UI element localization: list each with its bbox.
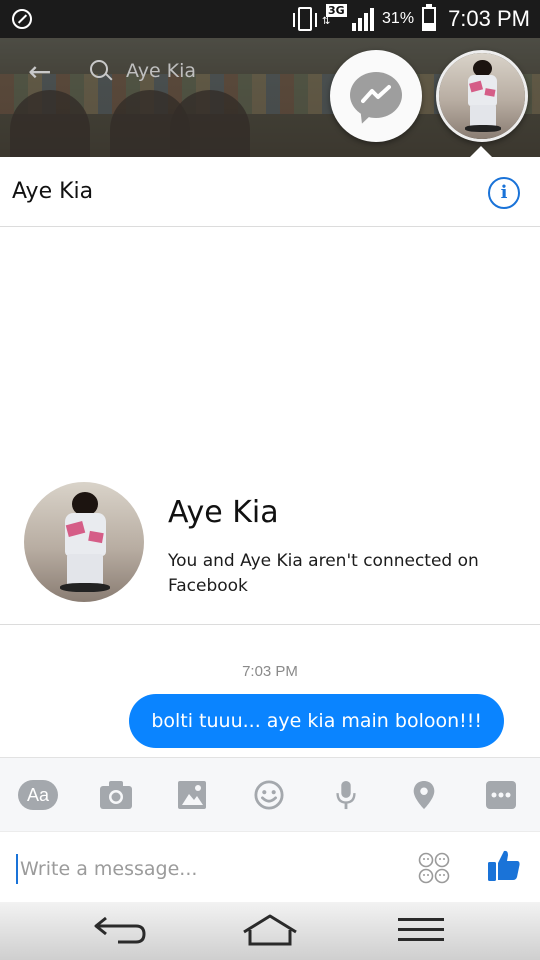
signal-icon xyxy=(352,7,375,31)
system-nav-bar xyxy=(0,902,540,960)
like-icon[interactable] xyxy=(487,848,521,882)
emoji-icon[interactable] xyxy=(253,780,285,810)
vibrate-icon xyxy=(293,7,318,31)
battery-icon xyxy=(422,4,437,31)
connection-status: You and Aye Kia aren't connected on Face… xyxy=(168,551,479,596)
conversation-title: Aye Kia xyxy=(12,179,94,204)
background-search-text: Aye Kia xyxy=(126,60,197,82)
sticker-icon[interactable] xyxy=(418,852,450,884)
search-icon xyxy=(90,60,108,78)
menu-nav-icon[interactable] xyxy=(396,912,446,948)
info-icon[interactable]: i xyxy=(488,177,520,209)
microphone-icon[interactable] xyxy=(335,780,357,810)
profile-chat-head[interactable] xyxy=(436,50,528,142)
profile-name: Aye Kia xyxy=(168,495,279,530)
sent-message-bubble[interactable]: bolti tuuu... aye kia main boloon!!! xyxy=(129,694,504,748)
composer-toolbar: Aa xyxy=(0,757,540,831)
location-icon[interactable] xyxy=(412,780,436,810)
message-composer xyxy=(0,831,540,902)
battery-percent: 31% xyxy=(382,10,415,27)
circle-slash-icon xyxy=(12,9,32,29)
back-arrow-icon: ← xyxy=(28,55,52,88)
camera-icon[interactable] xyxy=(99,780,133,810)
3g-data-icon: 3G ⇅ xyxy=(322,4,347,27)
status-time: 7:03 PM xyxy=(448,6,530,31)
profile-photo xyxy=(24,482,144,602)
messenger-chat-head[interactable] xyxy=(330,50,422,142)
gallery-icon[interactable] xyxy=(177,780,207,810)
profile-block: Aye Kia You and Aye Kia aren't connected… xyxy=(0,477,540,625)
status-bar: 3G ⇅ 31% 7:03 PM xyxy=(0,0,540,38)
back-nav-icon[interactable] xyxy=(92,912,146,948)
text-format-icon[interactable]: Aa xyxy=(18,780,58,810)
message-timestamp: 7:03 PM xyxy=(242,663,298,680)
conversation-panel: Aye Kia i Aye Kia You and Aye Kia aren't… xyxy=(0,157,540,902)
more-icon[interactable] xyxy=(485,780,517,810)
message-input[interactable] xyxy=(16,854,396,884)
profile-photo xyxy=(439,53,525,139)
conversation-header: Aye Kia i xyxy=(0,157,540,227)
avatar[interactable] xyxy=(24,482,144,602)
status-icons: 3G ⇅ 31% 7:03 PM xyxy=(293,4,530,34)
home-nav-icon[interactable] xyxy=(240,912,300,948)
